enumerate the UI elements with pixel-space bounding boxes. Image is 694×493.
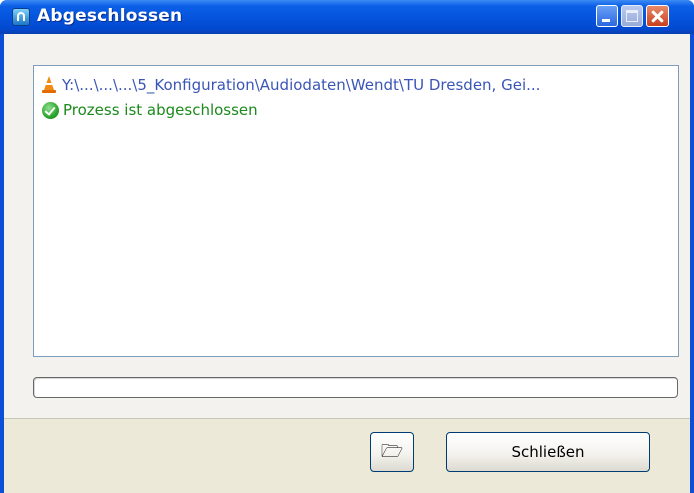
dialog-window: Abgeschlossen Y:\...\...\...\5_Konfigura… [0,0,694,493]
dialog-body: Y:\...\...\...\5_Konfiguration\Audiodate… [4,34,690,493]
log-line-status-text: Prozess ist abgeschlossen [63,101,258,119]
progress-bar [33,377,678,398]
maximize-icon [621,5,643,27]
window-title: Abgeschlossen [37,6,183,26]
app-headphone-icon[interactable] [12,8,30,26]
success-check-icon [42,101,59,119]
log-line-file-text: Y:\...\...\...\5_Konfiguration\Audiodate… [62,76,541,94]
vlc-cone-icon [42,76,56,94]
minimize-icon[interactable] [596,5,618,27]
log-line-file: Y:\...\...\...\5_Konfiguration\Audiodate… [42,75,540,95]
title-bar[interactable]: Abgeschlossen [0,0,694,34]
close-button[interactable]: Schließen [446,432,650,472]
log-line-status: Prozess ist abgeschlossen [42,100,258,120]
dialog-client-area: Y:\...\...\...\5_Konfiguration\Audiodate… [4,34,690,493]
close-icon[interactable] [646,5,669,27]
open-folder-icon: 🗁 [380,441,404,462]
open-folder-button[interactable]: 🗁 [370,432,414,472]
log-list[interactable]: Y:\...\...\...\5_Konfiguration\Audiodate… [33,65,679,357]
